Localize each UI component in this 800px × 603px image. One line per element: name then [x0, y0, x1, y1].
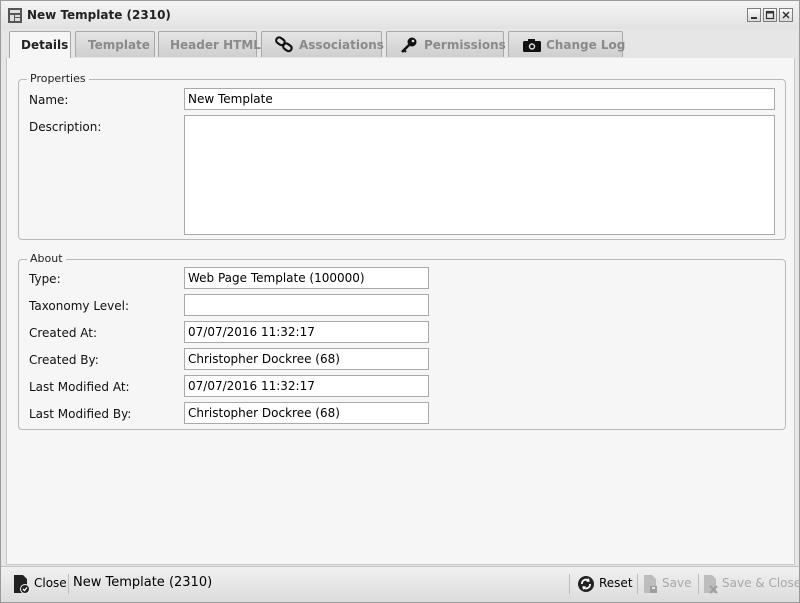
taxonomy-level-field[interactable]	[184, 294, 429, 316]
close-button[interactable]: Close	[11, 572, 67, 596]
save-and-close-button[interactable]: Save & Close	[701, 572, 800, 596]
close-document-icon	[14, 575, 30, 594]
tab-template[interactable]: Template	[75, 31, 155, 57]
minimize-icon	[751, 17, 757, 19]
tab-associations[interactable]: Associations	[261, 31, 384, 57]
camera-icon	[523, 39, 541, 52]
window-title: New Template (2310)	[27, 8, 171, 22]
tab-details[interactable]: Details	[9, 31, 71, 58]
tab-template-label: Template	[88, 38, 150, 52]
status-text: New Template (2310)	[73, 575, 213, 590]
reset-label: Reset	[599, 576, 633, 590]
tab-bar: Details Template Header HTML Association…	[1, 29, 799, 58]
last-modified-by-field: Christopher Dockree (68)	[184, 402, 429, 424]
about-fieldset: About Type: Web Page Template (100000) T…	[18, 252, 786, 430]
created-by-label: Created By:	[29, 353, 99, 367]
name-label: Name:	[29, 93, 69, 107]
minimize-button[interactable]	[747, 8, 761, 22]
tab-header-html-label: Header HTML	[170, 38, 261, 52]
reset-button[interactable]: Reset	[575, 572, 633, 596]
close-label: Close	[34, 576, 67, 590]
separator	[698, 574, 699, 594]
maximize-button[interactable]	[763, 8, 777, 22]
created-by-field: Christopher Dockree (68)	[184, 348, 429, 370]
separator	[68, 574, 69, 594]
close-icon	[782, 11, 790, 19]
tab-header-html[interactable]: Header HTML	[158, 31, 261, 57]
details-panel: Properties Name: New Template Descriptio…	[6, 58, 795, 565]
save-document-icon	[644, 575, 657, 593]
key-icon	[401, 37, 417, 53]
separator	[637, 574, 638, 594]
description-field[interactable]	[184, 115, 775, 235]
tab-details-label: Details	[21, 38, 69, 52]
last-modified-at-field: 07/07/2016 11:32:17	[184, 375, 429, 397]
chain-link-icon	[275, 36, 293, 53]
template-editor-window: New Template (2310) Details Template Hea…	[0, 0, 800, 603]
description-label: Description:	[29, 120, 102, 134]
about-legend: About	[27, 252, 66, 265]
properties-legend: Properties	[27, 72, 89, 85]
properties-fieldset: Properties Name: New Template Descriptio…	[18, 72, 786, 240]
taxonomy-level-label: Taxonomy Level:	[29, 299, 130, 313]
template-document-icon	[8, 8, 22, 23]
tab-permissions[interactable]: Permissions	[386, 31, 506, 57]
separator	[569, 574, 570, 594]
tab-change-log-label: Change Log	[546, 38, 626, 52]
save-close-document-icon	[704, 575, 718, 594]
created-at-label: Created At:	[29, 326, 98, 340]
refresh-icon	[578, 576, 594, 592]
name-field[interactable]: New Template	[184, 88, 775, 110]
tab-associations-label: Associations	[299, 38, 384, 52]
bottom-toolbar: Close New Template (2310) Reset Save Sav…	[1, 566, 800, 602]
save-and-close-label: Save & Close	[722, 576, 800, 590]
last-modified-at-label: Last Modified At:	[29, 380, 130, 394]
tab-change-log[interactable]: Change Log	[508, 31, 626, 57]
type-field: Web Page Template (100000)	[184, 267, 429, 289]
close-window-button[interactable]	[779, 8, 793, 22]
type-label: Type:	[29, 272, 61, 286]
tab-permissions-label: Permissions	[424, 38, 506, 52]
last-modified-by-label: Last Modified By:	[29, 407, 132, 421]
save-label: Save	[662, 576, 692, 590]
maximize-icon	[765, 10, 775, 20]
created-at-field: 07/07/2016 11:32:17	[184, 321, 429, 343]
save-button[interactable]: Save	[641, 572, 695, 596]
title-bar: New Template (2310)	[1, 1, 799, 29]
